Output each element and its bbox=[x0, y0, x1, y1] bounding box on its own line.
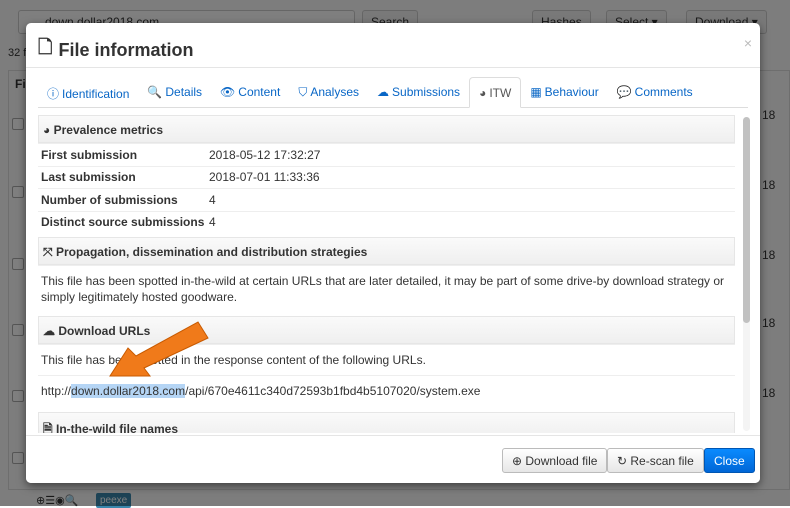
metric-row: Distinct source submissions 4 bbox=[38, 210, 735, 234]
tab-itw[interactable]: ◕ ITW bbox=[469, 77, 522, 108]
tab-label: Behaviour bbox=[544, 85, 599, 99]
tab-analyses[interactable]: ⛉ Analyses bbox=[289, 77, 368, 108]
metric-value: 4 bbox=[209, 192, 216, 207]
propagation-text: This file has been spotted in-the-wild a… bbox=[38, 265, 735, 312]
cloud-download-icon: ☁ bbox=[43, 324, 59, 338]
button-label: Re-scan file bbox=[630, 454, 694, 468]
tab-label: Analyses bbox=[310, 85, 360, 99]
metric-label: Distinct source submissions bbox=[41, 215, 205, 230]
tab-label: Content bbox=[238, 85, 281, 99]
metric-value: 4 bbox=[209, 215, 216, 230]
zoom-icon: 🔍 bbox=[147, 85, 163, 99]
section-header-itw-file-names: 🗎 In-the-wild file names bbox=[38, 412, 735, 433]
tab-behaviour[interactable]: ▦ Behaviour bbox=[521, 77, 607, 108]
metric-row: Last submission 2018-07-01 11:33:36 bbox=[38, 165, 735, 189]
annotation-arrow-icon bbox=[109, 321, 209, 377]
download-file-button[interactable]: ⊕ Download file bbox=[502, 448, 608, 473]
section-title: In-the-wild file names bbox=[55, 422, 178, 433]
metric-row: First submission 2018-05-12 17:32:27 bbox=[38, 143, 735, 166]
rescan-file-button[interactable]: ↻ Re-scan file bbox=[607, 448, 704, 473]
metric-value: 2018-05-12 17:32:27 bbox=[209, 147, 321, 162]
section-header-prevalence: ◕ Prevalence metrics bbox=[38, 115, 735, 143]
download-icon: ⊕ bbox=[512, 454, 526, 468]
info-icon: ⓘ bbox=[47, 87, 60, 101]
file-text-icon: 🗎 bbox=[43, 422, 56, 433]
tab-label: ITW bbox=[489, 86, 512, 100]
tab-details[interactable]: 🔍 Details bbox=[138, 77, 211, 108]
tab-label: Details bbox=[165, 85, 203, 99]
tab-comments[interactable]: 💬 Comments bbox=[608, 77, 702, 108]
modal-footer: ⊕ Download file ↻ Re-scan file Close bbox=[26, 435, 760, 483]
button-label: Download file bbox=[525, 454, 598, 468]
tab-label: Identification bbox=[62, 87, 130, 101]
metric-label: Number of submissions bbox=[41, 192, 178, 207]
cloud-upload-icon: ☁ bbox=[377, 85, 390, 99]
eye-icon: 👁 bbox=[220, 85, 236, 99]
section-title: Prevalence metrics bbox=[53, 123, 163, 137]
tab-label: Comments bbox=[634, 85, 693, 99]
section-title: Propagation, dissemination and distribut… bbox=[55, 245, 368, 259]
tab-identification[interactable]: ⓘ Identification bbox=[38, 77, 138, 108]
modal-title: File information bbox=[58, 39, 194, 60]
comments-icon: 💬 bbox=[616, 85, 632, 99]
tab-label: Submissions bbox=[392, 85, 461, 99]
metric-value: 2018-07-01 11:33:36 bbox=[209, 170, 320, 185]
file-information-modal: 🗋 File information × ⓘ Identification 🔍 Det… bbox=[26, 23, 760, 483]
modal-header: 🗋 File information bbox=[26, 23, 760, 68]
url-path: /api/670e4611c340d72593b1fbd4b5107020/sy… bbox=[185, 384, 481, 398]
metric-label: Last submission bbox=[41, 170, 136, 185]
section-header-propagation: ⤧ Propagation, dissemination and distrib… bbox=[38, 237, 735, 265]
metric-label: First submission bbox=[41, 147, 138, 162]
shield-icon: ⛉ bbox=[298, 85, 308, 99]
film-icon: ▦ bbox=[530, 85, 542, 99]
close-icon[interactable]: × bbox=[744, 35, 752, 51]
close-button[interactable]: Close bbox=[704, 448, 755, 473]
scrollbar[interactable] bbox=[743, 117, 750, 431]
tab-submissions[interactable]: ☁ Submissions bbox=[368, 77, 469, 108]
expand-icon: ⤧ bbox=[43, 245, 56, 259]
tab-bar: ⓘ Identification 🔍 Details 👁 Content ⛉ Analy… bbox=[38, 77, 748, 108]
globe-icon: ◕ bbox=[43, 123, 54, 137]
refresh-icon: ↻ bbox=[617, 454, 631, 468]
scrollbar-thumb[interactable] bbox=[743, 117, 750, 323]
tab-content[interactable]: 👁 Content bbox=[211, 77, 289, 108]
file-icon: 🗋 bbox=[38, 37, 53, 57]
globe-icon: ◕ bbox=[479, 86, 487, 100]
metric-row: Number of submissions 4 bbox=[38, 188, 735, 211]
